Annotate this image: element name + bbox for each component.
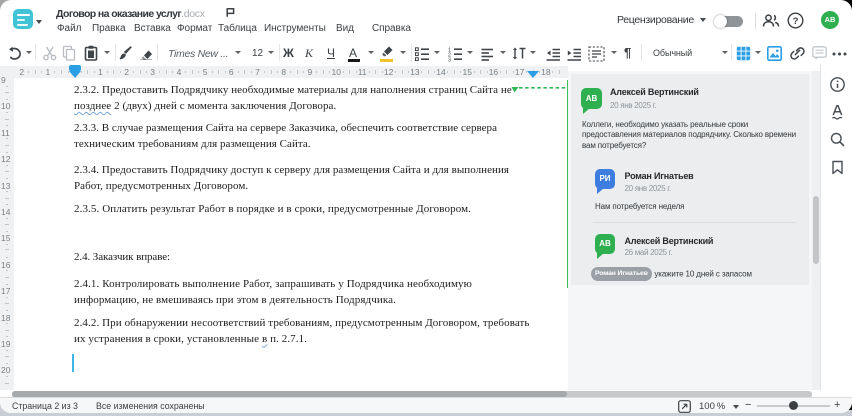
svg-text:3: 3 xyxy=(448,58,451,63)
svg-text:?: ? xyxy=(793,16,799,27)
